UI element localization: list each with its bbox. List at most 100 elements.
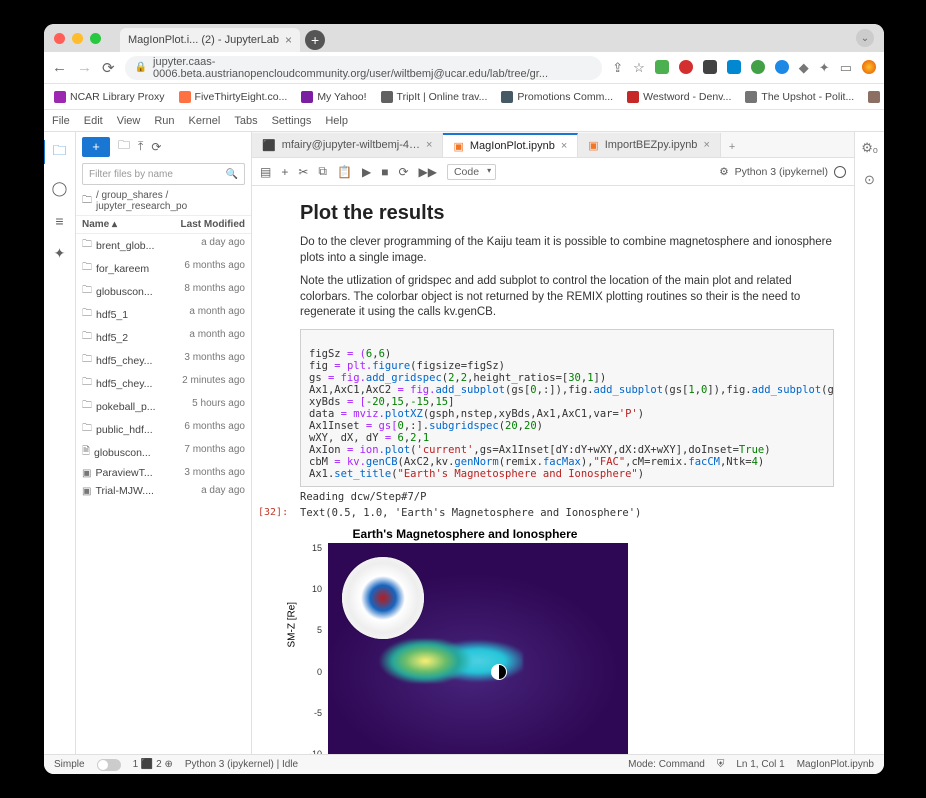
simple-toggle[interactable] bbox=[97, 759, 121, 771]
file-row[interactable]: ▣Trial-MJW....a day ago bbox=[76, 482, 251, 500]
tab-close-icon[interactable]: × bbox=[285, 33, 292, 47]
bookmark-icon[interactable]: ☆ bbox=[633, 60, 645, 76]
chevron-down-icon[interactable]: ⌄ bbox=[856, 29, 874, 47]
tab-importbezpy[interactable]: ▣ImportBEZpy.ipynb× bbox=[578, 133, 721, 157]
copy-icon[interactable]: ⧉ bbox=[318, 164, 327, 179]
extensions-icon[interactable]: ◆ bbox=[799, 60, 809, 76]
cell-output-text: [32]: Text(0.5, 1.0, 'Earth's Magnetosph… bbox=[300, 507, 834, 519]
minimize-window-button[interactable] bbox=[72, 33, 83, 44]
new-folder-icon[interactable]: 🗀 bbox=[118, 136, 130, 157]
cut-icon[interactable]: ✂ bbox=[298, 165, 308, 179]
save-icon[interactable]: ▤ bbox=[260, 165, 271, 179]
close-icon[interactable]: × bbox=[703, 139, 709, 151]
menu-help[interactable]: Help bbox=[325, 115, 348, 127]
paste-icon[interactable]: 📋 bbox=[337, 165, 352, 179]
file-row[interactable]: 🗀hdf5_chey...2 minutes ago bbox=[76, 372, 251, 395]
forward-button[interactable]: → bbox=[77, 59, 92, 76]
run-icon[interactable]: ▶ bbox=[362, 165, 371, 179]
bookmark-item[interactable]: Westword - Denv... bbox=[627, 91, 731, 103]
bookmark-item[interactable]: TripIt | Online trav... bbox=[381, 91, 488, 103]
file-row[interactable]: 🗀pokeball_p...5 hours ago bbox=[76, 395, 251, 418]
col-modified[interactable]: Last Modified bbox=[181, 219, 245, 230]
upload-icon[interactable]: ⤒ bbox=[138, 139, 143, 154]
notebook-trusted-icon[interactable]: ⚙ bbox=[719, 166, 728, 178]
tab-magionplot[interactable]: ▣MagIonPlot.ipynb× bbox=[443, 133, 578, 157]
menu-kernel[interactable]: Kernel bbox=[189, 115, 221, 127]
run-all-icon[interactable]: ▶▶ bbox=[419, 165, 437, 179]
file-row[interactable]: 🗀globuscon...8 months ago bbox=[76, 280, 251, 303]
browser-tab[interactable]: MagIonPlot.i... (2) - JupyterLab × bbox=[120, 28, 300, 52]
menu-view[interactable]: View bbox=[117, 115, 141, 127]
file-row[interactable]: 🗀hdf5_1a month ago bbox=[76, 303, 251, 326]
file-row[interactable]: 🗀hdf5_chey...3 months ago bbox=[76, 349, 251, 372]
folder-icon[interactable]: 🗀 bbox=[44, 140, 74, 164]
maximize-window-button[interactable] bbox=[90, 33, 101, 44]
new-launcher-button[interactable]: + bbox=[82, 137, 110, 157]
file-row[interactable]: 🗎globuscon...7 months ago bbox=[76, 441, 251, 464]
status-kernel[interactable]: Python 3 (ipykernel) | Idle bbox=[185, 759, 298, 770]
extension-icon[interactable] bbox=[679, 60, 693, 74]
filter-files-input[interactable]: Filter files by name 🔍 bbox=[82, 163, 245, 185]
bookmark-item[interactable]: FiveThirtyEight.co... bbox=[179, 91, 288, 103]
url-bar[interactable]: 🔒 jupyter.caas-0006.beta.austrianopenclo… bbox=[125, 56, 603, 80]
close-window-button[interactable] bbox=[54, 33, 65, 44]
file-row[interactable]: 🗀brent_glob...a day ago bbox=[76, 234, 251, 257]
notebook-icon: ▣ bbox=[453, 140, 463, 153]
bookmark-item[interactable]: My Yahoo! bbox=[301, 91, 366, 103]
menu-settings[interactable]: Settings bbox=[272, 115, 312, 127]
add-cell-icon[interactable]: + bbox=[281, 165, 288, 179]
refresh-icon[interactable]: ⟳ bbox=[151, 140, 161, 154]
bookmark-item[interactable]: NCAR Library Proxy bbox=[54, 91, 165, 103]
notification-icon[interactable]: ⛨ bbox=[717, 759, 725, 770]
running-icon[interactable]: ◯ bbox=[52, 180, 68, 197]
back-button[interactable]: ← bbox=[52, 59, 67, 76]
breadcrumb[interactable]: 🗀 / group_shares / jupyter_research_po bbox=[76, 187, 251, 216]
menu-tabs[interactable]: Tabs bbox=[234, 115, 257, 127]
status-file: MagIonPlot.ipynb bbox=[797, 759, 874, 770]
close-icon[interactable]: × bbox=[561, 140, 567, 152]
main-area: ⬛mfairy@jupyter-wiltbemj-4…× ▣MagIonPlot… bbox=[252, 132, 854, 754]
toc-icon[interactable]: ≡ bbox=[55, 213, 63, 229]
bookmark-item[interactable]: Imported From Fir... bbox=[868, 91, 884, 103]
markdown-text: Do to the clever programming of the Kaij… bbox=[300, 235, 834, 266]
status-counts[interactable]: 1 ⬛ 2 ⊕ bbox=[133, 759, 173, 770]
stop-icon[interactable]: ■ bbox=[381, 165, 388, 179]
extension-icon[interactable] bbox=[775, 60, 789, 74]
menu-run[interactable]: Run bbox=[154, 115, 174, 127]
extensions-icon[interactable]: ✦ bbox=[54, 245, 66, 262]
notebook-toolbar: ▤ + ✂ ⧉ 📋 ▶ ■ ⟳ ▶▶ Code ⚙ Python 3 (ipyk… bbox=[252, 158, 854, 186]
reload-button[interactable]: ⟳ bbox=[102, 59, 115, 77]
share-icon[interactable]: ⇪ bbox=[612, 60, 623, 76]
celltype-select[interactable]: Code bbox=[447, 164, 496, 180]
bookmark-item[interactable]: The Upshot - Polit... bbox=[745, 91, 854, 103]
col-name[interactable]: Name ▴ bbox=[82, 219, 117, 230]
kernel-status-icon[interactable] bbox=[834, 166, 846, 178]
bookmark-item[interactable]: Promotions Comm... bbox=[501, 91, 613, 103]
titlebar: MagIonPlot.i... (2) - JupyterLab × + ⌄ bbox=[44, 24, 884, 52]
kernel-name[interactable]: Python 3 (ipykernel) bbox=[735, 166, 828, 178]
menu-file[interactable]: File bbox=[52, 115, 70, 127]
notebook-content[interactable]: Plot the results Do to the clever progra… bbox=[252, 186, 854, 754]
file-row[interactable]: 🗀for_kareem6 months ago bbox=[76, 257, 251, 280]
folder-icon: 🗀 bbox=[82, 306, 92, 323]
tab-terminal[interactable]: ⬛mfairy@jupyter-wiltbemj-4…× bbox=[252, 133, 443, 157]
puzzle-icon[interactable]: ✦ bbox=[819, 60, 830, 76]
gear-icon[interactable]: ⚙ₒ bbox=[861, 140, 878, 156]
restart-icon[interactable]: ⟳ bbox=[398, 165, 408, 179]
menu-edit[interactable]: Edit bbox=[84, 115, 103, 127]
extension-icon[interactable] bbox=[727, 60, 741, 74]
close-icon[interactable]: × bbox=[426, 139, 432, 151]
code-cell[interactable]: [32]:figSz = (6,6) fig = plt.figure(figs… bbox=[300, 329, 834, 487]
file-browser: + 🗀 ⤒ ⟳ Filter files by name 🔍 🗀 / group… bbox=[76, 132, 252, 754]
file-row[interactable]: 🗀hdf5_2a month ago bbox=[76, 326, 251, 349]
profile-avatar[interactable] bbox=[862, 60, 876, 74]
debug-icon[interactable]: ⊙ bbox=[864, 172, 875, 188]
file-row[interactable]: 🗀public_hdf...6 months ago bbox=[76, 418, 251, 441]
tabs-icon[interactable]: ▭ bbox=[840, 60, 852, 76]
extension-icon[interactable] bbox=[703, 60, 717, 74]
new-tab-button[interactable]: + bbox=[305, 30, 325, 50]
add-tab-button[interactable]: + bbox=[721, 137, 743, 157]
extension-icon[interactable] bbox=[751, 60, 765, 74]
file-row[interactable]: ▣ParaviewT...3 months ago bbox=[76, 464, 251, 482]
extension-icon[interactable] bbox=[655, 60, 669, 74]
